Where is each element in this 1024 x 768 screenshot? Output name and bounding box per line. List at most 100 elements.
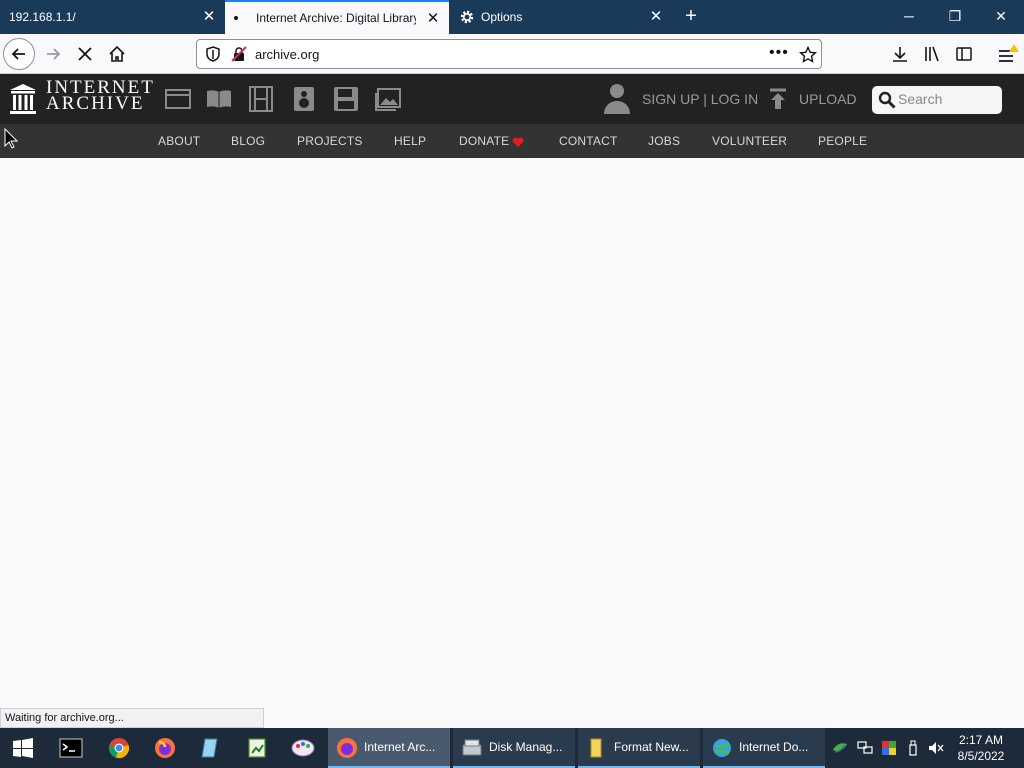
arrow-left-icon xyxy=(11,48,25,60)
nav-blog[interactable]: BLOG xyxy=(231,134,265,148)
terminal-icon xyxy=(59,738,83,758)
nav-contact[interactable]: CONTACT xyxy=(559,134,618,148)
network-icon[interactable] xyxy=(857,740,873,756)
tab-title: Internet Archive: Digital Library xyxy=(256,11,416,25)
stop-button[interactable] xyxy=(69,38,101,70)
sidebar-icon[interactable] xyxy=(955,45,973,63)
url-bar[interactable]: archive.org ••• xyxy=(196,39,822,69)
menu-icon[interactable] xyxy=(997,43,1021,65)
clock-time: 2:17 AM xyxy=(958,733,1004,747)
nav-donate[interactable]: DONATE xyxy=(459,134,509,148)
software-icon[interactable] xyxy=(333,86,359,112)
screen: 192.168.1.1/ ✕ Internet Archive: Digital… xyxy=(0,0,1024,768)
site-subnav: ABOUT BLOG PROJECTS HELP DONATE CONTACT … xyxy=(0,124,1024,158)
upload-icon[interactable] xyxy=(768,88,788,110)
disk-management-icon xyxy=(462,739,482,756)
firefox-icon xyxy=(155,738,175,758)
download-icon[interactable] xyxy=(891,45,909,63)
new-tab-button[interactable]: + xyxy=(678,5,704,29)
taskbar-notepad[interactable] xyxy=(188,728,234,768)
home-icon xyxy=(109,45,125,62)
close-window-button[interactable]: ✕ xyxy=(978,0,1024,32)
taskbar-firefox[interactable] xyxy=(142,728,188,768)
paint-palette-icon xyxy=(291,739,315,757)
restore-button[interactable]: ❐ xyxy=(932,0,978,32)
color-app-icon[interactable] xyxy=(881,740,897,756)
close-tab-icon[interactable]: ✕ xyxy=(201,9,217,25)
book-icon[interactable] xyxy=(206,86,232,112)
taskbar-app-label: Format New... xyxy=(614,740,689,754)
tab-internet-archive[interactable]: Internet Archive: Digital Library ✕ xyxy=(225,0,449,34)
search-input[interactable] xyxy=(898,91,996,107)
nav-volunteer[interactable]: VOLUNTEER xyxy=(712,134,787,148)
nav-people[interactable]: PEOPLE xyxy=(818,134,867,148)
taskbar-app-internet-archive[interactable]: Internet Arc... xyxy=(328,728,450,768)
windows-taskbar: Internet Arc... Disk Manag... Format New… xyxy=(0,728,1024,768)
taskbar-chrome[interactable] xyxy=(96,728,142,768)
more-actions-icon[interactable]: ••• xyxy=(769,44,789,62)
library-icon[interactable] xyxy=(923,45,941,63)
nav-help[interactable]: HELP xyxy=(394,134,426,148)
page-content-area xyxy=(0,158,1024,708)
insecure-lock-icon[interactable] xyxy=(231,46,247,62)
star-icon[interactable] xyxy=(799,46,817,64)
taskbar-app-internet-download[interactable]: Internet Do... xyxy=(703,728,825,768)
signup-login-link[interactable]: SIGN UP | LOG IN xyxy=(642,91,758,107)
tab-title: Options xyxy=(481,10,523,24)
close-tab-icon[interactable]: ✕ xyxy=(648,9,664,25)
tab-title: 192.168.1.1/ xyxy=(9,10,76,24)
tab-router[interactable]: 192.168.1.1/ ✕ xyxy=(0,0,225,34)
upload-link[interactable]: UPLOAD xyxy=(799,91,857,107)
start-button[interactable] xyxy=(0,728,46,768)
taskbar-app-disk-management[interactable]: Disk Manag... xyxy=(453,728,575,768)
clock-date: 8/5/2022 xyxy=(957,749,1005,763)
taskbar-sheet-app[interactable] xyxy=(234,728,280,768)
taskbar-app-label: Internet Do... xyxy=(739,740,809,754)
taskbar-paint[interactable] xyxy=(280,728,326,768)
nav-about[interactable]: ABOUT xyxy=(158,134,200,148)
url-text[interactable]: archive.org xyxy=(255,47,319,62)
close-tab-icon[interactable]: ✕ xyxy=(425,11,441,27)
logo-line-2: ARCHIVE xyxy=(46,93,145,114)
site-logo[interactable]: INTERNET ARCHIVE xyxy=(46,78,155,114)
site-search[interactable] xyxy=(872,86,1002,114)
loading-dot-icon xyxy=(234,16,238,20)
taskbar-app-format[interactable]: Format New... xyxy=(578,728,700,768)
audio-icon[interactable] xyxy=(291,86,317,112)
nav-jobs[interactable]: JOBS xyxy=(648,134,680,148)
volume-muted-icon[interactable] xyxy=(928,740,944,756)
minimize-button[interactable]: ─ xyxy=(886,0,932,32)
back-button[interactable] xyxy=(3,38,35,70)
notepad-icon xyxy=(201,738,218,758)
search-icon xyxy=(878,91,896,109)
gear-icon xyxy=(460,10,474,24)
tray-app-icon[interactable] xyxy=(832,740,848,756)
user-icon[interactable] xyxy=(602,82,632,116)
tab-options[interactable]: Options ✕ xyxy=(449,0,672,34)
images-icon[interactable] xyxy=(375,86,401,112)
film-icon[interactable] xyxy=(248,86,274,112)
firefox-icon xyxy=(337,738,357,758)
taskbar-app-label: Internet Arc... xyxy=(364,740,436,754)
system-clock[interactable]: 2:17 AM 8/5/2022 xyxy=(948,732,1014,764)
close-icon xyxy=(78,47,92,61)
browser-tabstrip: 192.168.1.1/ ✕ Internet Archive: Digital… xyxy=(0,0,1024,34)
chrome-icon xyxy=(109,738,129,759)
shield-icon[interactable] xyxy=(205,46,221,62)
site-header: INTERNET ARCHIVE SIGN UP | LOG IN UPLOAD… xyxy=(0,74,1024,124)
taskbar-app-label: Disk Manag... xyxy=(489,740,563,754)
status-text: Waiting for archive.org... xyxy=(5,712,124,724)
archive-building-logo-icon[interactable] xyxy=(9,83,37,115)
spreadsheet-icon xyxy=(248,738,266,758)
forward-button[interactable] xyxy=(37,38,69,70)
arrow-right-icon xyxy=(47,48,61,60)
folder-icon xyxy=(590,738,602,758)
taskbar-terminal[interactable] xyxy=(48,728,94,768)
usb-drive-icon[interactable] xyxy=(905,740,921,756)
home-button[interactable] xyxy=(101,38,133,70)
browser-navbar: archive.org ••• xyxy=(0,34,1024,74)
web-icon[interactable] xyxy=(165,86,191,112)
status-bar: Waiting for archive.org... xyxy=(0,708,264,728)
mouse-cursor-icon xyxy=(4,128,18,149)
nav-projects[interactable]: PROJECTS xyxy=(297,134,363,148)
